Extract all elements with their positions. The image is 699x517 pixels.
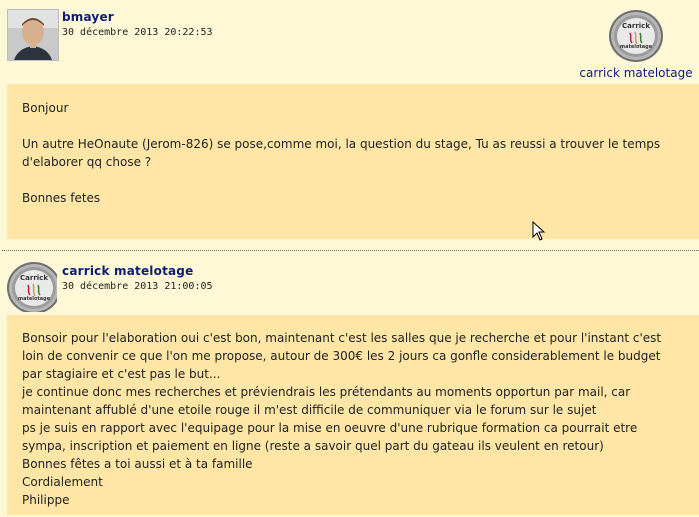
logo-bottom-text: matelotage	[17, 296, 51, 302]
post-body: Bonjour Un autre HeOnaute (Jerom-826) se…	[7, 84, 699, 239]
post-header: bmayer 30 décembre 2013 20:22:53 Carrick…	[0, 0, 699, 84]
forum-post: bmayer 30 décembre 2013 20:22:53 Carrick…	[0, 0, 699, 239]
post-line: Bonnes fêtes a toi aussi et à ta famille	[22, 457, 253, 471]
post-line: maintenant affublé d'une etoile rouge il…	[22, 403, 597, 417]
post-line: Bonsoir pour l'elaboration oui c'est bon…	[22, 331, 662, 345]
post-date: 30 décembre 2013 20:22:53	[62, 27, 213, 38]
logo-top-text: Carrick	[20, 274, 48, 282]
logo-bottom-text: matelotage	[619, 44, 653, 50]
person-photo-icon	[8, 10, 58, 60]
post-line: je continue donc mes recherches et prévi…	[22, 385, 631, 399]
post-author[interactable]: carrick matelotage	[62, 264, 193, 278]
post-body: Bonsoir pour l'elaboration oui c'est bon…	[7, 315, 699, 515]
carrick-logo-icon: Carrick matelotage	[7, 262, 57, 312]
post-header: Carrick matelotage carrick matelotage 30…	[0, 251, 699, 315]
post-line: Philippe	[22, 493, 70, 507]
badge-caption[interactable]: carrick matelotage	[576, 66, 696, 80]
post-line: Cordialement	[22, 475, 103, 489]
post-line: loin de convenir ce que l'on me propose,…	[22, 349, 661, 363]
user-avatar[interactable]	[7, 9, 59, 61]
post-author[interactable]: bmayer	[62, 10, 114, 24]
user-avatar[interactable]: Carrick matelotage	[7, 262, 57, 312]
rope-knot-icon	[629, 31, 643, 45]
post-line: Bonnes fetes	[22, 191, 101, 205]
post-line: Bonjour	[22, 101, 69, 115]
rope-knot-icon	[27, 283, 41, 297]
carrick-logo-icon: Carrick matelotage	[609, 10, 663, 62]
group-badge[interactable]: Carrick matelotage carrick matelotage	[576, 10, 696, 80]
post-line: sympa, inscription et paiement en ligne …	[22, 439, 604, 453]
post-line: par stagiaire et c'est pas le but...	[22, 367, 221, 381]
logo-top-text: Carrick	[622, 22, 650, 30]
forum-post: Carrick matelotage carrick matelotage 30…	[0, 251, 699, 515]
post-line: ps je suis en rapport avec l'equipage po…	[22, 421, 638, 435]
mouse-cursor-icon	[532, 221, 546, 241]
post-date: 30 décembre 2013 21:00:05	[62, 281, 213, 292]
post-line: d'elaborer qq chose ?	[22, 155, 152, 169]
post-line: Un autre HeOnaute (Jerom-826) se pose,co…	[22, 137, 661, 151]
